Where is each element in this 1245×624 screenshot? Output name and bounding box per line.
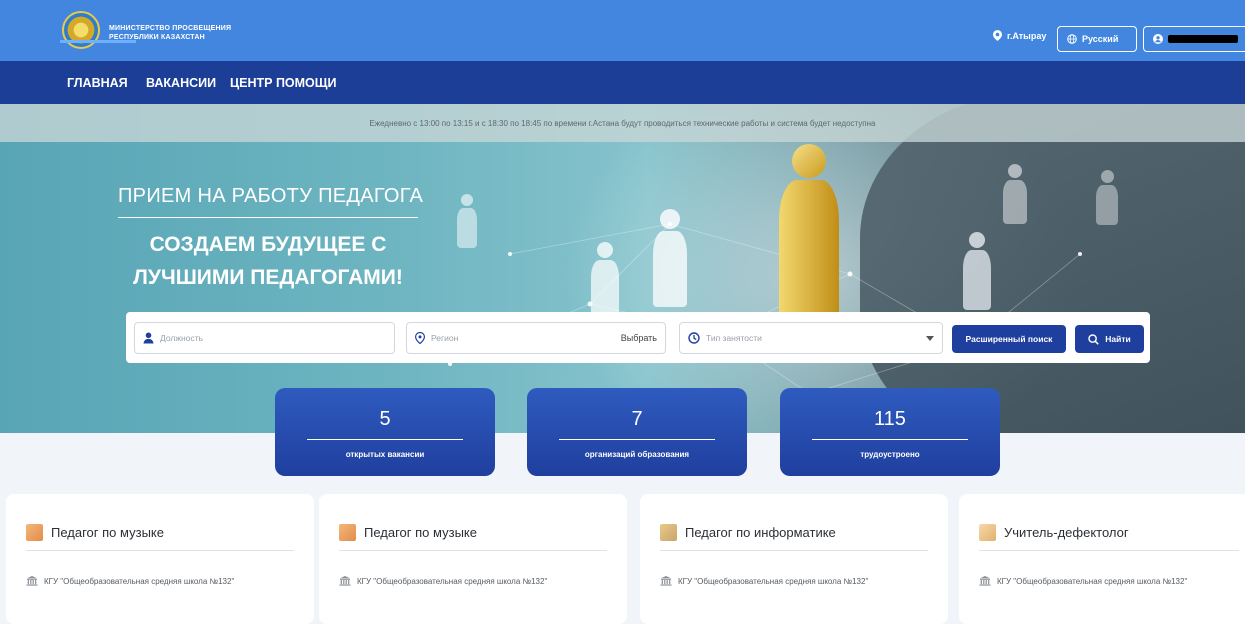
employment-placeholder: Тип занятости bbox=[706, 333, 762, 343]
hero-subtitle-line-2: ЛУЧШИМИ ПЕДАГОГАМИ! bbox=[133, 266, 403, 289]
chevron-down-icon bbox=[926, 335, 934, 341]
globe-icon bbox=[1067, 34, 1077, 44]
card-divider bbox=[26, 550, 294, 551]
institution-icon bbox=[979, 576, 991, 586]
stat-value: 7 bbox=[631, 408, 643, 430]
vacancy-card[interactable]: Учитель-дефектолог КГУ "Общеобразователь… bbox=[959, 494, 1245, 624]
organization-name: КГУ "Общеобразовательная средняя школа №… bbox=[44, 576, 235, 586]
hero-subtitle-line-1: СОЗДАЕМ БУДУЩЕЕ С bbox=[149, 233, 387, 256]
person-figure bbox=[1096, 170, 1118, 225]
nav-item-label: ГЛАВНАЯ bbox=[67, 75, 128, 90]
person-figure bbox=[591, 242, 619, 316]
advanced-search-label: Расширенный поиск bbox=[965, 334, 1053, 344]
person-figure-highlighted bbox=[779, 144, 839, 315]
region-placeholder: Регион bbox=[431, 333, 459, 343]
user-name-redacted bbox=[1168, 35, 1238, 43]
stat-value: 115 bbox=[874, 408, 906, 430]
nav-active-indicator bbox=[60, 40, 136, 43]
defectology-subject-icon bbox=[979, 524, 996, 541]
stat-employed: 115 трудоустроено bbox=[780, 388, 1000, 476]
person-figure bbox=[653, 209, 687, 307]
institution-icon bbox=[660, 576, 672, 586]
stat-label: трудоустроено bbox=[860, 450, 920, 459]
vacancy-title[interactable]: Педагог по музыке bbox=[51, 525, 164, 540]
card-divider bbox=[979, 550, 1239, 551]
person-figure bbox=[1003, 164, 1027, 224]
stat-label: открытых вакансии bbox=[345, 450, 425, 459]
organization-name: КГУ "Общеобразовательная средняя школа №… bbox=[357, 576, 548, 586]
vacancy-card[interactable]: Педагог по музыке КГУ "Общеобразовательн… bbox=[319, 494, 627, 624]
position-input[interactable]: Должность bbox=[134, 322, 395, 354]
vacancy-card[interactable]: Педагог по музыке КГУ "Общеобразовательн… bbox=[6, 494, 314, 624]
region-input[interactable]: Регион Выбрать bbox=[406, 322, 666, 354]
find-label: Найти bbox=[1105, 334, 1131, 344]
stat-education-organizations: 7 организаций образования bbox=[527, 388, 747, 476]
position-placeholder: Должность bbox=[160, 333, 204, 343]
location-pin-icon bbox=[415, 332, 425, 344]
region-pick-button[interactable]: Выбрать bbox=[621, 333, 657, 343]
nav-item-home[interactable]: ГЛАВНАЯ bbox=[67, 61, 128, 104]
user-icon bbox=[1153, 34, 1163, 44]
nav-item-label: ЦЕНТР ПОМОЩИ bbox=[230, 75, 337, 90]
city-label: г.Атырау bbox=[1007, 30, 1047, 41]
find-button[interactable]: Найти bbox=[1075, 325, 1144, 353]
person-figure bbox=[963, 232, 991, 310]
stat-divider bbox=[559, 439, 715, 440]
emblem-icon[interactable] bbox=[62, 11, 100, 49]
ministry-line-1: МИНИСТЕРСТВО ПРОСВЕЩЕНИЯ bbox=[109, 25, 232, 32]
informatics-subject-icon bbox=[660, 524, 677, 541]
music-subject-icon bbox=[26, 524, 43, 541]
stat-divider bbox=[812, 439, 968, 440]
nav-item-help-center[interactable]: ЦЕНТР ПОМОЩИ bbox=[230, 61, 337, 104]
clock-icon bbox=[688, 332, 700, 344]
hero-title: ПРИЕМ НА РАБОТУ ПЕДАГОГА bbox=[118, 185, 424, 207]
stat-divider bbox=[307, 439, 463, 440]
organization-name: КГУ "Общеобразовательная средняя школа №… bbox=[997, 576, 1188, 586]
maintenance-notice: Ежедневно с 13:00 по 13:15 и с 18:30 по … bbox=[0, 104, 1245, 142]
organization-name: КГУ "Общеобразовательная средняя школа №… bbox=[678, 576, 869, 586]
institution-icon bbox=[339, 576, 351, 586]
language-label: Русский bbox=[1082, 34, 1119, 44]
user-account-button[interactable] bbox=[1143, 26, 1245, 52]
stat-open-vacancies: 5 открытых вакансии bbox=[275, 388, 495, 476]
advanced-search-button[interactable]: Расширенный поиск bbox=[952, 325, 1066, 353]
person-icon bbox=[143, 332, 154, 344]
stat-value: 5 bbox=[379, 408, 391, 430]
vacancy-title[interactable]: Педагог по музыке bbox=[364, 525, 477, 540]
employment-type-select[interactable]: Тип занятости bbox=[679, 322, 943, 354]
music-subject-icon bbox=[339, 524, 356, 541]
hero-subtitle: СОЗДАЕМ БУДУЩЕЕ С ЛУЧШИМИ ПЕДАГОГАМИ! bbox=[118, 228, 418, 294]
location-pin-icon bbox=[993, 30, 1002, 41]
search-icon bbox=[1088, 333, 1099, 345]
institution-icon bbox=[26, 576, 38, 586]
card-divider bbox=[660, 550, 928, 551]
nav-item-vacancies[interactable]: ВАКАНСИИ bbox=[146, 61, 216, 104]
language-button[interactable]: Русский bbox=[1057, 26, 1137, 52]
person-figure bbox=[457, 194, 477, 248]
vacancy-card[interactable]: Педагог по информатике КГУ "Общеобразова… bbox=[640, 494, 948, 624]
vacancy-title[interactable]: Педагог по информатике bbox=[685, 525, 836, 540]
vacancy-title[interactable]: Учитель-дефектолог bbox=[1004, 525, 1129, 540]
city-selector[interactable]: г.Атырау bbox=[993, 30, 1046, 41]
hero-divider bbox=[118, 217, 418, 218]
stat-label: организаций образования bbox=[584, 450, 690, 459]
card-divider bbox=[339, 550, 607, 551]
nav-item-label: ВАКАНСИИ bbox=[146, 75, 217, 90]
